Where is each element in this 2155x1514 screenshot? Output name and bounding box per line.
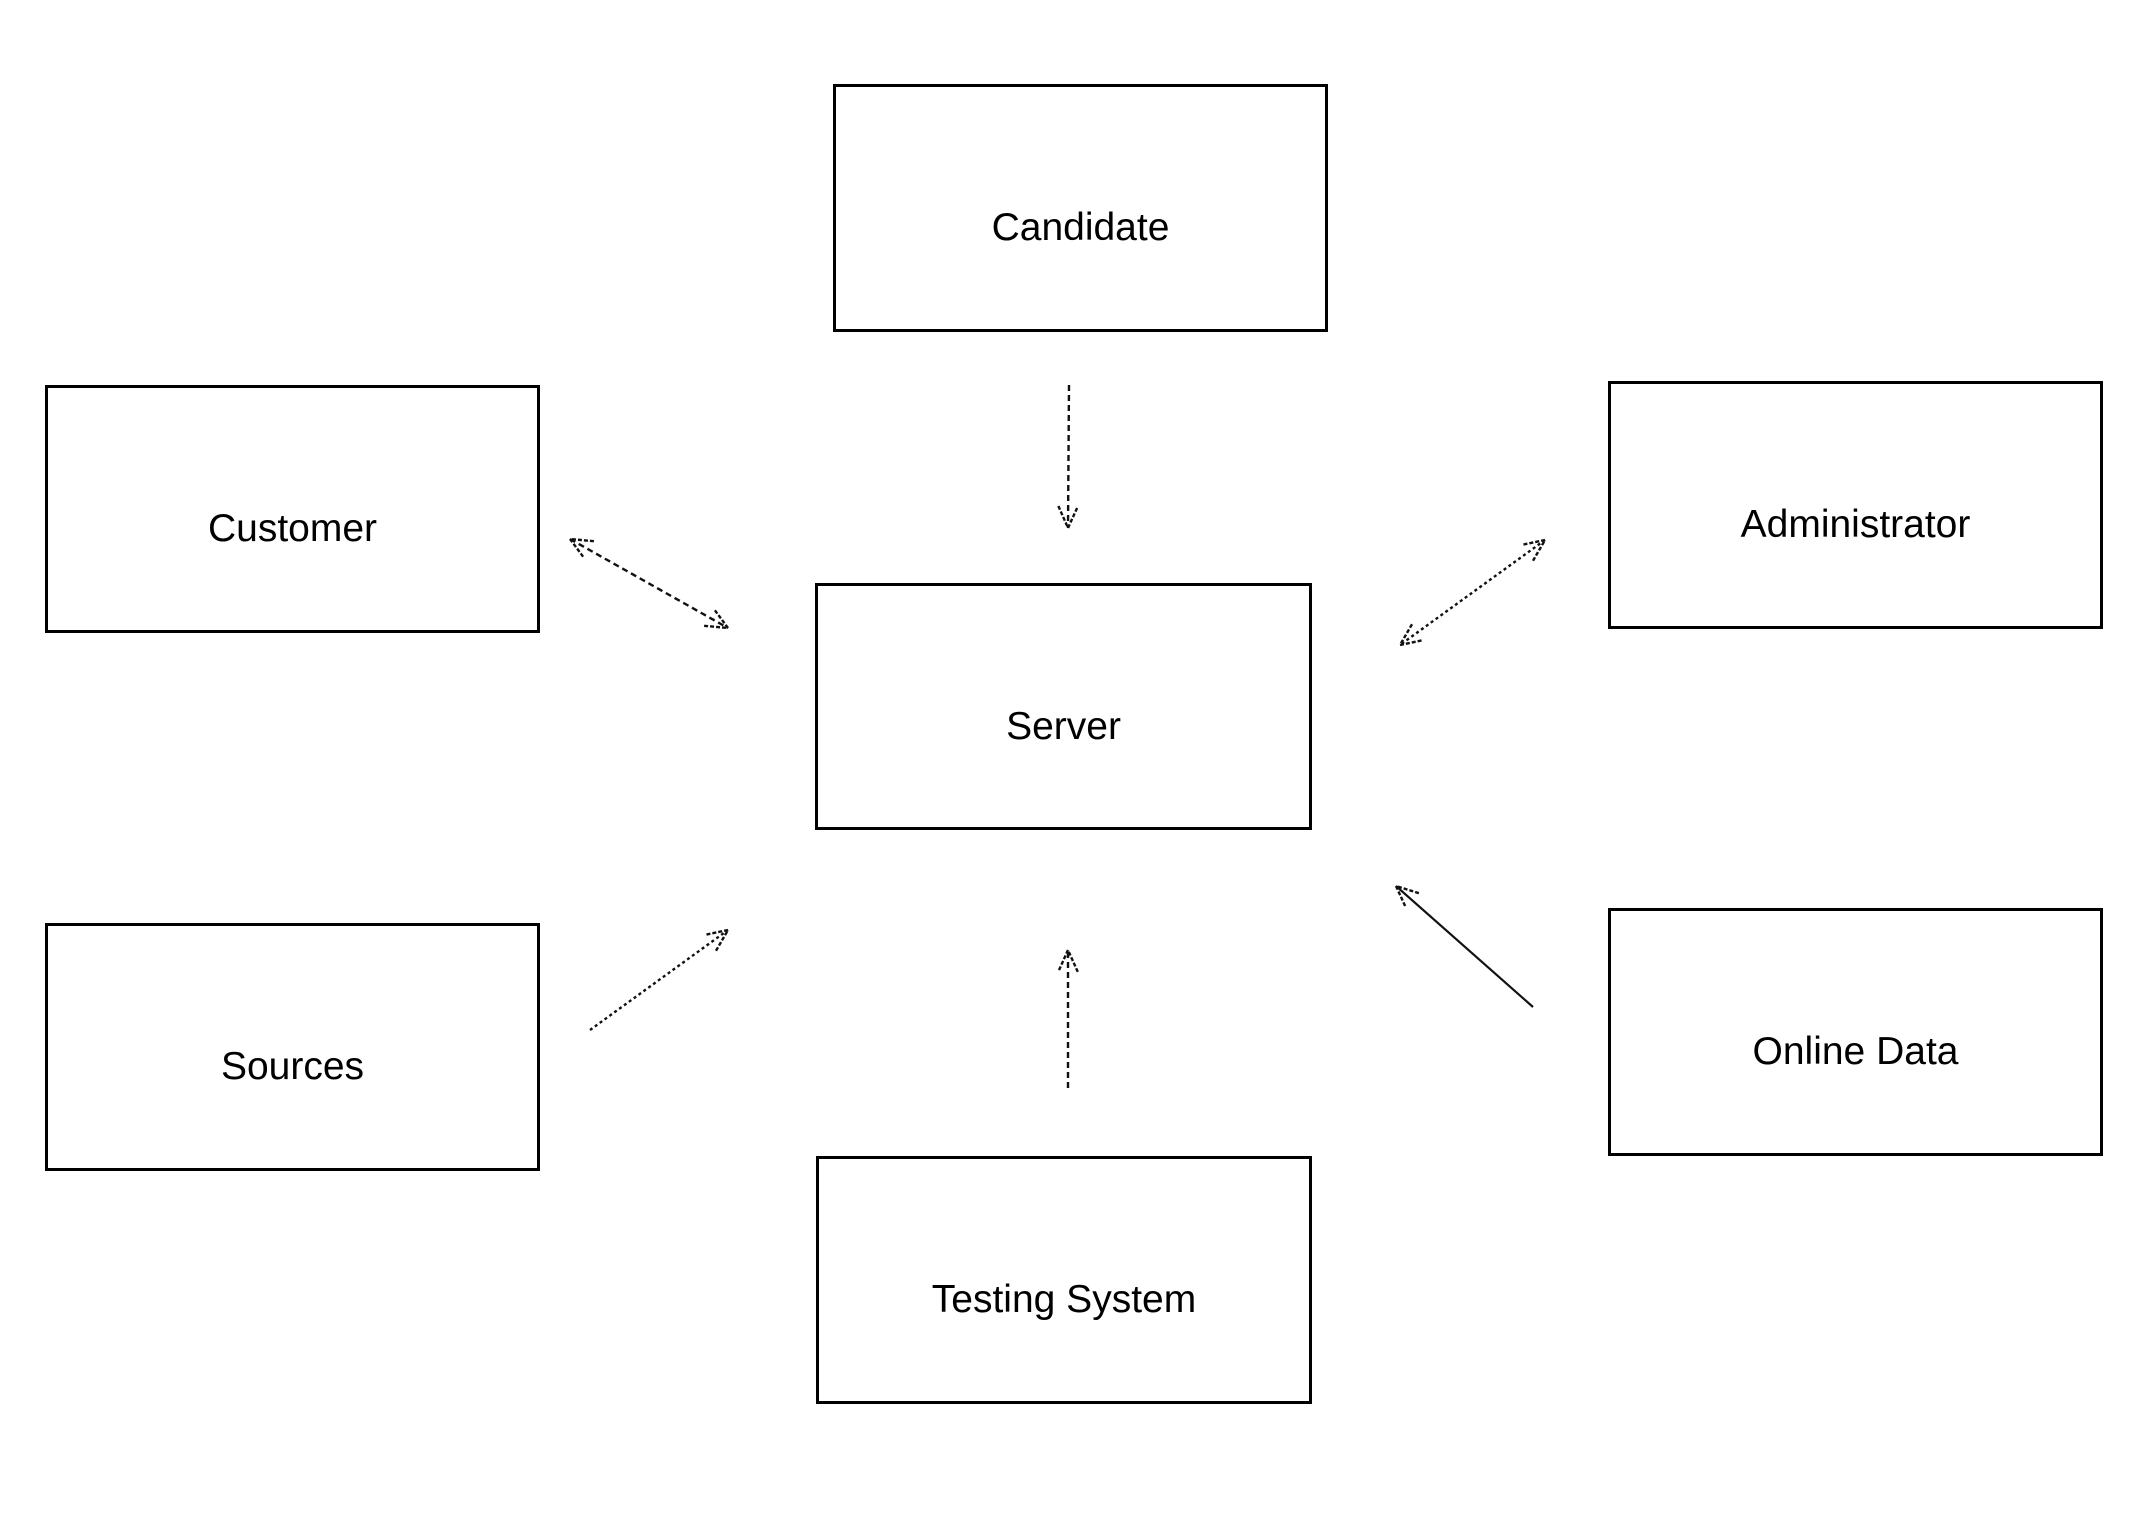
edge-line xyxy=(1066,384,1071,529)
node-sources[interactable]: Sources xyxy=(45,923,540,1171)
node-testing-system[interactable]: Testing System xyxy=(816,1156,1312,1404)
node-administrator[interactable]: Administrator xyxy=(1608,381,2103,629)
node-label: Sources xyxy=(220,1045,365,1088)
edge-line xyxy=(1395,885,1534,1008)
node-label: Customer xyxy=(207,507,378,550)
arrowhead-icon xyxy=(1397,623,1424,647)
edge-line xyxy=(589,929,729,1031)
edge-administrator-server[interactable] xyxy=(1397,538,1548,647)
edge-sources-server[interactable] xyxy=(589,928,731,1031)
edge-customer-server[interactable] xyxy=(567,537,731,630)
node-server[interactable]: Server xyxy=(815,583,1312,830)
edge-online-data-server[interactable] xyxy=(1393,884,1534,1008)
node-label: Server xyxy=(1006,705,1121,748)
arrowhead-icon xyxy=(704,928,731,952)
node-label: Candidate xyxy=(991,206,1170,249)
edge-testing-system-server[interactable] xyxy=(1057,947,1079,1088)
arrowhead-icon xyxy=(1521,538,1548,562)
arrowhead-icon xyxy=(1057,505,1080,531)
arrowhead-icon xyxy=(703,608,731,630)
arrowhead-icon xyxy=(1057,947,1079,973)
node-customer[interactable]: Customer xyxy=(45,385,540,633)
node-label: Administrator xyxy=(1740,503,1971,546)
node-online-data[interactable]: Online Data xyxy=(1608,908,2103,1156)
arrowhead-icon xyxy=(567,537,595,559)
arrowhead-icon xyxy=(1393,884,1420,909)
node-label: Testing System xyxy=(931,1278,1197,1321)
edge-candidate-server[interactable] xyxy=(1057,384,1080,531)
edge-line xyxy=(569,537,729,630)
edge-line xyxy=(1399,539,1546,646)
node-label: Online Data xyxy=(1752,1030,1959,1073)
node-candidate[interactable]: Candidate xyxy=(833,84,1328,332)
